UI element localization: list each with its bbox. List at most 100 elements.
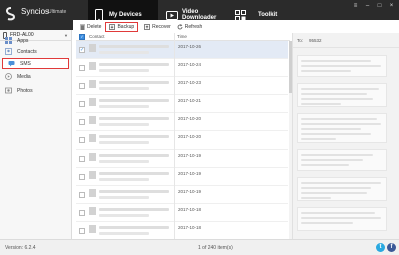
table-row[interactable]: ✓ 2017-10-26 <box>76 41 288 60</box>
message-preview-redacted <box>99 171 169 175</box>
sidebar-item-contacts[interactable]: Contacts <box>0 46 72 57</box>
avatar <box>89 170 96 179</box>
app-edition: Ultimate <box>48 9 67 15</box>
message-preview-redacted <box>99 231 149 235</box>
apps-icon <box>5 37 12 44</box>
sidebar-item-label: Contacts <box>17 48 37 55</box>
photos-icon <box>5 87 12 94</box>
row-checkbox[interactable]: ✓ <box>79 47 85 53</box>
row-time: 2017-10-19 <box>178 170 202 176</box>
message-list: ✓ 2017-10-26 2017-10-24 2017-10-23 2017-10-2… <box>76 41 288 241</box>
message-preview-redacted <box>99 177 149 181</box>
message-preview-redacted <box>99 159 149 163</box>
message-preview-redacted <box>99 45 169 48</box>
sidebar-item-photos[interactable]: Photos <box>0 85 72 96</box>
row-checkbox[interactable] <box>79 101 85 108</box>
message-preview-redacted <box>99 207 169 211</box>
maximize-icon[interactable]: □ <box>376 2 383 9</box>
message-list-header: ✓ Contact Time <box>76 33 290 41</box>
row-time: 2017-10-24 <box>178 62 202 68</box>
table-row[interactable]: 2017-10-19 <box>76 168 288 186</box>
table-row[interactable]: 2017-10-23 <box>76 77 288 96</box>
backup-icon <box>109 23 116 30</box>
refresh-label: Refresh <box>184 23 203 30</box>
close-icon[interactable]: × <box>388 2 395 9</box>
table-row[interactable]: 2017-10-21 <box>76 95 288 114</box>
avatar <box>89 116 96 125</box>
message-preview-redacted <box>99 213 149 217</box>
table-row[interactable]: 2017-10-18 <box>76 204 288 222</box>
message-bubble <box>297 149 387 171</box>
delete-label: Delete <box>87 23 102 30</box>
row-checkbox[interactable] <box>79 83 85 90</box>
version-label: Version: 6.2.4 <box>5 245 36 251</box>
table-row[interactable]: 2017-10-19 <box>76 186 288 204</box>
status-bar: Version: 6.2.4 1 of 240 item(s) t f <box>0 239 399 255</box>
minimize-icon[interactable]: – <box>364 2 371 9</box>
avatar <box>89 206 96 215</box>
window-controls: ≡ – □ × <box>352 2 395 9</box>
recover-icon <box>144 23 151 30</box>
row-checkbox[interactable] <box>79 65 85 72</box>
sms-icon <box>8 60 15 67</box>
table-row[interactable]: 2017-10-19 <box>76 150 288 168</box>
message-preview-redacted <box>99 117 169 121</box>
row-time: 2017-10-19 <box>178 188 202 194</box>
column-header-time[interactable]: Time <box>177 34 187 39</box>
message-preview-redacted <box>99 123 149 127</box>
backup-button[interactable]: Backup <box>105 21 139 32</box>
message-bubble <box>297 113 387 143</box>
message-preview-redacted <box>99 225 169 229</box>
row-checkbox[interactable] <box>79 191 85 198</box>
table-row[interactable]: 2017-10-24 <box>76 59 288 78</box>
avatar <box>89 98 96 107</box>
tab-label: Toolkit <box>258 12 278 18</box>
avatar <box>89 44 96 52</box>
item-count: 1 of 240 item(s) <box>198 245 233 251</box>
avatar <box>89 188 96 197</box>
message-preview-redacted <box>99 135 169 139</box>
facebook-icon[interactable]: f <box>387 243 396 252</box>
twitter-icon[interactable]: t <box>376 243 385 252</box>
avatar <box>89 80 96 89</box>
recover-button[interactable]: Recover <box>144 24 171 30</box>
row-checkbox[interactable] <box>79 137 85 144</box>
message-preview-redacted <box>99 63 169 67</box>
row-checkbox[interactable] <box>79 209 85 216</box>
message-detail-pane: To: 95532 <box>292 33 399 239</box>
column-divider <box>174 33 175 239</box>
refresh-icon <box>177 23 183 30</box>
sidebar-item-apps[interactable]: Apps <box>0 35 72 46</box>
refresh-button[interactable]: Refresh <box>177 23 203 30</box>
row-checkbox[interactable] <box>79 155 85 162</box>
row-checkbox[interactable] <box>79 227 85 234</box>
select-all-checkbox[interactable]: ✓ <box>79 33 85 40</box>
menu-icon[interactable]: ≡ <box>352 2 359 9</box>
message-preview-redacted <box>99 141 149 145</box>
sidebar: FRD-AL00 ▼ Apps Contacts SMS Media Photo… <box>0 30 72 239</box>
sidebar-item-sms[interactable]: SMS <box>2 58 69 69</box>
column-header-contact[interactable]: Contact <box>89 34 177 39</box>
message-preview-redacted <box>99 69 149 73</box>
row-time: 2017-10-19 <box>178 152 202 158</box>
row-checkbox[interactable] <box>79 173 85 180</box>
row-time: 2017-10-26 <box>178 44 202 49</box>
table-row[interactable]: 2017-10-18 <box>76 222 288 241</box>
sidebar-item-label: SMS <box>20 60 31 67</box>
message-bubble <box>297 83 387 107</box>
table-row[interactable]: 2017-10-20 <box>76 113 288 132</box>
media-icon <box>5 73 12 80</box>
message-preview-redacted <box>99 81 169 85</box>
sidebar-item-label: Photos <box>17 87 33 94</box>
table-row[interactable]: 2017-10-20 <box>76 131 288 150</box>
row-checkbox[interactable] <box>79 119 85 126</box>
contacts-icon <box>5 48 12 55</box>
syncios-window: Syncios Ultimate My Devices Video Downlo… <box>0 0 399 255</box>
avatar <box>89 134 96 143</box>
sidebar-item-media[interactable]: Media <box>0 71 72 82</box>
message-preview-redacted <box>99 195 149 199</box>
recipient-label: To: <box>297 38 304 43</box>
syncios-logo-icon <box>6 7 16 21</box>
delete-button[interactable]: Delete <box>79 24 101 30</box>
message-preview-redacted <box>99 189 169 193</box>
